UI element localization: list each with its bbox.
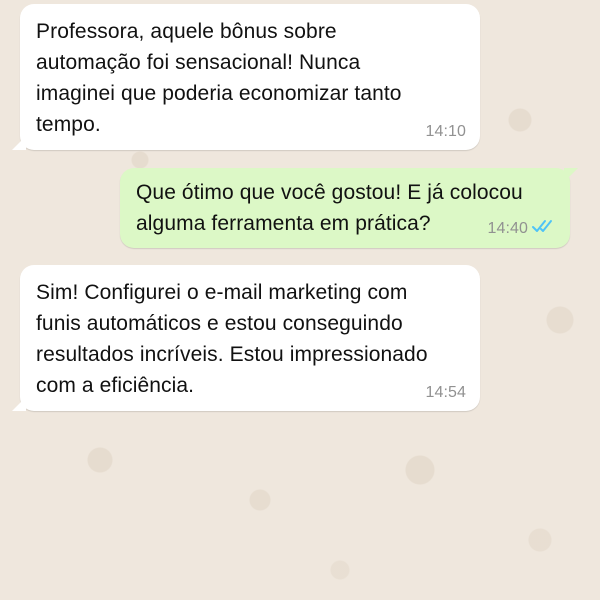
message-bubble-incoming[interactable]: Sim! Configurei o e-mail marketing com f… [12,265,480,411]
message-bubble-outgoing[interactable]: Que ótimo que você gostou! E já colocou … [120,168,578,248]
double-check-read-icon [532,218,556,239]
bubble-tail [12,397,26,411]
chat-background: Professora, aquele bônus sobre automação… [0,0,600,600]
message-text: Sim! Configurei o e-mail marketing com f… [36,281,428,397]
message-meta: 14:40 [487,218,556,239]
message-meta: 14:54 [425,384,466,402]
bubble-tail [12,136,26,150]
message-meta: 14:10 [425,123,466,141]
message-bubble-incoming[interactable]: Professora, aquele bônus sobre automação… [12,4,480,150]
message-timestamp: 14:40 [487,219,528,237]
message-timestamp: 14:54 [425,384,466,401]
bubble-tail [564,168,578,182]
message-text: Professora, aquele bônus sobre automação… [36,20,402,136]
message-timestamp: 14:10 [425,123,466,140]
